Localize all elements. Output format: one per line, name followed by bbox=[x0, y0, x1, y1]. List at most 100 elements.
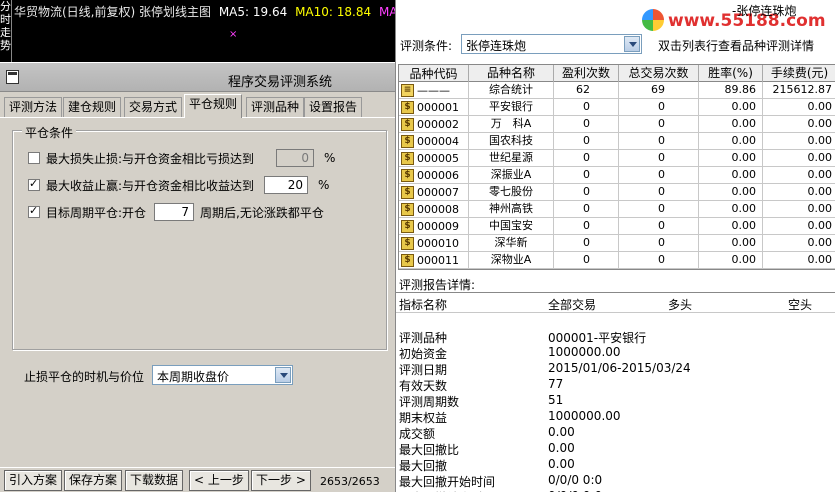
tab-open-rules[interactable]: 建仓规则 bbox=[63, 97, 122, 117]
button-bar: 引入方案 保存方案 下载数据 < 上一步 下一步 > 2653/2653 bbox=[0, 467, 395, 492]
target-period-checkbox[interactable] bbox=[28, 204, 40, 218]
report-header-row: 指标名称 全部交易 多头 空头 bbox=[396, 293, 835, 313]
cell-rate: 0.00 bbox=[699, 184, 763, 201]
cell-code-text: 000010 bbox=[417, 236, 459, 250]
report-metric-name: 有效天数 bbox=[399, 379, 448, 393]
cell-trades: 0 bbox=[619, 150, 699, 167]
col-header-fee[interactable]: 手续费(元) bbox=[763, 65, 835, 82]
col-header-wins[interactable]: 盈利次数 bbox=[554, 65, 619, 82]
table-row[interactable]: $000009 中国宝安 0 0 0.00 0.00 bbox=[399, 218, 835, 235]
report-metric-name: 评测周期数 bbox=[399, 395, 460, 409]
take-profit-checkbox[interactable] bbox=[28, 177, 40, 191]
report-metric-name: 评测品种 bbox=[399, 331, 448, 345]
cell-rate: 0.00 bbox=[699, 133, 763, 150]
stop-loss-checkbox[interactable] bbox=[28, 152, 40, 164]
import-scheme-button[interactable]: 引入方案 bbox=[4, 470, 63, 491]
stock-icon: $ bbox=[401, 101, 414, 114]
intraday-side-label[interactable]: 分 时 走 势 bbox=[0, 0, 12, 62]
cell-rate: 0.00 bbox=[699, 235, 763, 252]
report-metric-name: 成交额 bbox=[399, 427, 436, 441]
cell-rate: 0.00 bbox=[699, 218, 763, 235]
cell-trades: 0 bbox=[619, 99, 699, 116]
cell-code-text: 000001 bbox=[417, 100, 459, 114]
report-metric-value: 51 bbox=[548, 393, 564, 407]
tab-evaluation-symbols[interactable]: 评测品种 bbox=[246, 97, 305, 117]
cell-code: $000006 bbox=[399, 167, 469, 184]
cell-trades: 0 bbox=[619, 133, 699, 150]
cell-rate: 0.00 bbox=[699, 167, 763, 184]
cell-wins: 0 bbox=[554, 116, 619, 133]
cell-code: $000011 bbox=[399, 252, 469, 269]
table-row[interactable]: $000001 平安银行 0 0 0.00 0.00 bbox=[399, 99, 835, 116]
col-header-name[interactable]: 品种名称 bbox=[469, 65, 554, 82]
cell-trades: 0 bbox=[619, 167, 699, 184]
cell-trades: 0 bbox=[619, 252, 699, 269]
cell-code-text: 000008 bbox=[417, 202, 459, 216]
col-header-winrate[interactable]: 胜率(%) bbox=[699, 65, 763, 82]
report-metric-value: 1000000.00 bbox=[548, 345, 621, 359]
table-row[interactable]: $000005 世纪星源 0 0 0.00 0.00 bbox=[399, 150, 835, 167]
dialog-titlebar[interactable]: 程序交易评测系统 bbox=[0, 62, 395, 92]
report-metric-name: 最大回撤比 bbox=[399, 443, 460, 457]
results-caption: -张停连珠炮 bbox=[732, 4, 797, 18]
condition-hint: 双击列表行查看品种评测详情 bbox=[658, 39, 815, 53]
cell-code: $000005 bbox=[399, 150, 469, 167]
tab-report-settings[interactable]: 设置报告 bbox=[304, 97, 363, 117]
close-conditions-legend: 平仓条件 bbox=[22, 124, 77, 141]
report-metric-name: 期末权益 bbox=[399, 411, 448, 425]
stock-icon: $ bbox=[401, 169, 414, 182]
side-label-char: 时 bbox=[0, 13, 11, 26]
tab-evaluation-method[interactable]: 评测方法 bbox=[4, 97, 63, 117]
cell-fee: 0.00 bbox=[763, 167, 835, 184]
table-row[interactable]: $000008 神州高铁 0 0 0.00 0.00 bbox=[399, 201, 835, 218]
cell-fee: 0.00 bbox=[763, 116, 835, 133]
stock-icon: $ bbox=[401, 135, 414, 148]
next-step-button[interactable]: 下一步 > bbox=[251, 470, 311, 491]
table-row[interactable]: $000002 万 科A 0 0 0.00 0.00 bbox=[399, 116, 835, 133]
stop-loss-input[interactable]: 0 bbox=[276, 149, 314, 167]
stock-icon: $ bbox=[401, 220, 414, 233]
report-metric-value: 2015/01/06-2015/03/24 bbox=[548, 361, 691, 375]
target-period-input[interactable]: 7 bbox=[154, 203, 194, 221]
download-data-button[interactable]: 下载数据 bbox=[125, 470, 184, 491]
take-profit-input[interactable]: 20 bbox=[264, 176, 308, 194]
table-row[interactable]: $000004 国农科技 0 0 0.00 0.00 bbox=[399, 133, 835, 150]
previous-step-button[interactable]: < 上一步 bbox=[189, 470, 249, 491]
cell-wins: 0 bbox=[554, 252, 619, 269]
cell-trades: 0 bbox=[619, 235, 699, 252]
cell-fee: 215612.87 bbox=[763, 82, 835, 99]
condition-label: 评测条件: bbox=[400, 39, 453, 53]
target-period-suffix: 周期后,无论涨跌都平仓 bbox=[200, 205, 324, 220]
cell-code: $000007 bbox=[399, 184, 469, 201]
cell-code: $000002 bbox=[399, 116, 469, 133]
app-icon bbox=[6, 70, 19, 84]
table-row[interactable]: $000007 零七股份 0 0 0.00 0.00 bbox=[399, 184, 835, 201]
tab-trade-mode[interactable]: 交易方式 bbox=[124, 97, 183, 117]
report-metric-value: 0.00 bbox=[548, 457, 575, 471]
cell-code: $000009 bbox=[399, 218, 469, 235]
stop-loss-unit: % bbox=[324, 151, 336, 165]
cell-code: $000004 bbox=[399, 133, 469, 150]
table-row[interactable]: $000011 深物业A 0 0 0.00 0.00 bbox=[399, 252, 835, 269]
chevron-down-icon[interactable] bbox=[624, 36, 640, 52]
results-panel: www.55188.com -张停连珠炮 评测条件: 张停连珠炮 双击列表行查看… bbox=[395, 0, 835, 492]
table-row[interactable]: $000006 深振业A 0 0 0.00 0.00 bbox=[399, 167, 835, 184]
cell-rate: 0.00 bbox=[699, 252, 763, 269]
ma5-value: MA5: 19.64 bbox=[218, 5, 288, 19]
dialog-title: 程序交易评测系统 bbox=[228, 75, 333, 90]
report-header-metric: 指标名称 bbox=[399, 298, 448, 312]
table-row[interactable]: $000010 深华新 0 0 0.00 0.00 bbox=[399, 235, 835, 252]
col-header-trades[interactable]: 总交易次数 bbox=[619, 65, 699, 82]
col-header-code[interactable]: 品种代码 bbox=[399, 65, 469, 82]
tab-close-rules[interactable]: 平仓规则 bbox=[184, 94, 243, 118]
condition-select[interactable]: 张停连珠炮 bbox=[461, 34, 642, 54]
chevron-down-icon[interactable] bbox=[275, 367, 291, 383]
timing-select[interactable]: 本周期收盘价 bbox=[152, 365, 293, 385]
cell-name: 深华新 bbox=[469, 235, 554, 252]
report-metric-value: 77 bbox=[548, 377, 564, 391]
table-row[interactable]: ≡ ——— 综合统计 62 69 89.86 215612.87 bbox=[399, 82, 835, 99]
report-header-short: 空头 bbox=[788, 298, 813, 312]
chart-stock-title: 华贸物流(日线,前复权) 张停划线主图 bbox=[14, 5, 211, 19]
take-profit-label: 最大收益止赢:与开仓资金相比收益达到 bbox=[46, 178, 255, 193]
save-scheme-button[interactable]: 保存方案 bbox=[64, 470, 123, 491]
